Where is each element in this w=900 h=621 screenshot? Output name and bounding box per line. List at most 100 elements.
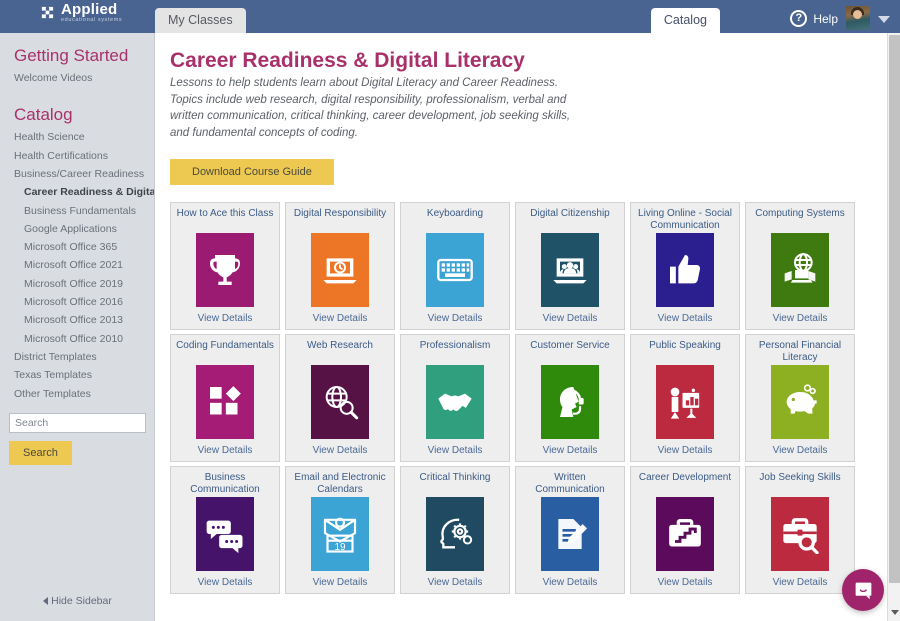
pinwheel-logo-icon xyxy=(40,5,55,20)
course-thumbnail xyxy=(541,232,599,307)
view-details-link[interactable]: View Details xyxy=(313,313,368,325)
sidebar-item-health-certifications[interactable]: Health Certifications xyxy=(0,147,154,165)
tab-my-classes[interactable]: My Classes xyxy=(155,7,246,33)
handshake-icon xyxy=(438,393,472,411)
view-details-link[interactable]: View Details xyxy=(658,577,713,589)
sidebar-item-microsoft-office-2013[interactable]: Microsoft Office 2013 xyxy=(0,312,154,330)
course-title: Computing Systems xyxy=(755,207,845,219)
thumbs-up-icon xyxy=(670,254,701,284)
help-link[interactable]: ? Help xyxy=(790,10,838,27)
view-details-link[interactable]: View Details xyxy=(543,445,598,457)
view-details-link[interactable]: View Details xyxy=(428,445,483,457)
view-details-link[interactable]: View Details xyxy=(198,313,253,325)
trophy-icon xyxy=(210,254,240,285)
course-title: Critical Thinking xyxy=(419,471,491,483)
sidebar-heading-catalog: Catalog xyxy=(14,105,73,124)
course-thumbnail: 19 xyxy=(311,496,369,571)
view-details-link[interactable]: View Details xyxy=(773,577,828,589)
page-description: Lessons to help students learn about Dig… xyxy=(170,77,571,140)
logo-tagline: educational systems xyxy=(61,17,123,23)
course-card[interactable]: Critical Thinking View Details xyxy=(400,465,510,594)
course-title: Email and Electronic Calendars xyxy=(294,471,386,495)
course-card[interactable]: Job Seeking Skills View Details xyxy=(745,465,855,594)
sidebar-item-welcome-videos[interactable]: Welcome Videos xyxy=(0,70,154,88)
sidebar-item-microsoft-office-2019[interactable]: Microsoft Office 2019 xyxy=(0,275,154,293)
tab-catalog[interactable]: Catalog xyxy=(650,7,720,33)
course-card[interactable]: Business Communication View Details xyxy=(170,465,280,594)
course-card[interactable]: Customer Service View Details xyxy=(515,333,625,462)
course-card[interactable]: Computing Systems View Details xyxy=(745,201,855,330)
view-details-link[interactable]: View Details xyxy=(198,445,253,457)
sidebar-item-microsoft-office-2016[interactable]: Microsoft Office 2016 xyxy=(0,294,154,312)
scrollbar-thumb[interactable] xyxy=(889,35,900,583)
avatar[interactable] xyxy=(846,6,870,30)
course-card[interactable]: Coding Fundamentals View Details xyxy=(170,333,280,462)
page-scrollbar[interactable] xyxy=(887,33,900,621)
speech-bubbles-icon xyxy=(206,520,243,553)
sidebar-item-business-fundamentals[interactable]: Business Fundamentals xyxy=(0,202,154,220)
sidebar-item-other-templates[interactable]: Other Templates xyxy=(0,385,154,403)
view-details-link[interactable]: View Details xyxy=(773,445,828,457)
course-card[interactable]: Written Communication View Details xyxy=(515,465,625,594)
course-card[interactable]: Email and Electronic Calendars 19 View Det… xyxy=(285,465,395,594)
course-card[interactable]: Web Research View Details xyxy=(285,333,395,462)
help-label: Help xyxy=(813,11,838,26)
course-card[interactable]: How to Ace this Class View Details xyxy=(170,201,280,330)
view-details-link[interactable]: View Details xyxy=(198,577,253,589)
brand-logo[interactable]: Applied educational systems xyxy=(40,2,122,24)
course-card[interactable]: Public Speaking View Details xyxy=(630,333,740,462)
sidebar-item-microsoft-office-2021[interactable]: Microsoft Office 2021 xyxy=(0,257,154,275)
view-details-link[interactable]: View Details xyxy=(428,577,483,589)
chat-launcher-button[interactable] xyxy=(842,569,884,611)
view-details-link[interactable]: View Details xyxy=(313,577,368,589)
sidebar-item-career-readiness-digital-lit[interactable]: Career Readiness & Digital Lit... xyxy=(0,184,154,202)
sidebar-item-microsoft-office-365[interactable]: Microsoft Office 365 xyxy=(0,239,154,257)
course-grid: How to Ace this Class View Details Digital… xyxy=(170,201,887,594)
hide-sidebar-label: Hide Sidebar xyxy=(51,595,112,607)
sidebar-link-list: Health Science Health Certifications Busin… xyxy=(0,129,154,404)
download-course-guide-button[interactable]: Download Course Guide xyxy=(170,158,334,185)
course-thumbnail xyxy=(196,364,254,439)
view-details-link[interactable]: View Details xyxy=(658,313,713,325)
course-card[interactable]: Career Development View Details xyxy=(630,465,740,594)
logo-name: Applied xyxy=(61,1,118,18)
course-card[interactable]: Digital Responsibility View Details xyxy=(285,201,395,330)
top-navigation-bar: Applied educational systems My Classes C… xyxy=(0,0,900,33)
piggy-bank-icon xyxy=(786,384,817,414)
briefcase-stairs-icon xyxy=(669,518,701,547)
document-pencil-icon xyxy=(558,518,588,549)
sidebar-item-microsoft-office-2010[interactable]: Microsoft Office 2010 xyxy=(0,330,154,348)
course-thumbnail xyxy=(541,364,599,439)
sidebar-item-district-templates[interactable]: District Templates xyxy=(0,348,154,366)
course-card[interactable]: Keyboarding View Details xyxy=(400,201,510,330)
view-details-link[interactable]: View Details xyxy=(773,313,828,325)
course-title: Job Seeking Skills xyxy=(759,471,841,483)
search-input[interactable] xyxy=(9,413,146,434)
course-card[interactable]: Professionalism View Details xyxy=(400,333,510,462)
sidebar: Getting Started Welcome Videos Catalog H… xyxy=(0,33,155,621)
sidebar-item-google-applications[interactable]: Google Applications xyxy=(0,220,154,238)
scroll-down-arrow-icon[interactable] xyxy=(891,610,899,615)
view-details-link[interactable]: View Details xyxy=(543,313,598,325)
sidebar-item-texas-templates[interactable]: Texas Templates xyxy=(0,367,154,385)
chevron-left-icon xyxy=(43,597,49,605)
course-card[interactable]: Personal Financial Literacy View Details xyxy=(745,333,855,462)
chevron-down-icon[interactable] xyxy=(878,16,890,23)
view-details-link[interactable]: View Details xyxy=(313,445,368,457)
course-thumbnail xyxy=(196,232,254,307)
course-thumbnail xyxy=(311,364,369,439)
search-button[interactable]: Search xyxy=(9,441,72,466)
course-thumbnail xyxy=(656,364,714,439)
briefcase-magnifier-icon xyxy=(783,517,819,554)
course-title: Professionalism xyxy=(419,339,491,351)
view-details-link[interactable]: View Details xyxy=(543,577,598,589)
view-details-link[interactable]: View Details xyxy=(428,313,483,325)
course-title: Personal Financial Literacy xyxy=(758,339,842,363)
course-card[interactable]: Digital Citizenship View Details xyxy=(515,201,625,330)
course-title: Digital Citizenship xyxy=(530,207,610,219)
view-details-link[interactable]: View Details xyxy=(658,445,713,457)
course-card[interactable]: Living Online - Social Communication View… xyxy=(630,201,740,330)
sidebar-item-health-science[interactable]: Health Science xyxy=(0,129,154,147)
sidebar-item-business-career-readiness[interactable]: Business/Career Readiness xyxy=(0,165,154,183)
hide-sidebar-toggle[interactable]: Hide Sidebar xyxy=(0,595,155,607)
